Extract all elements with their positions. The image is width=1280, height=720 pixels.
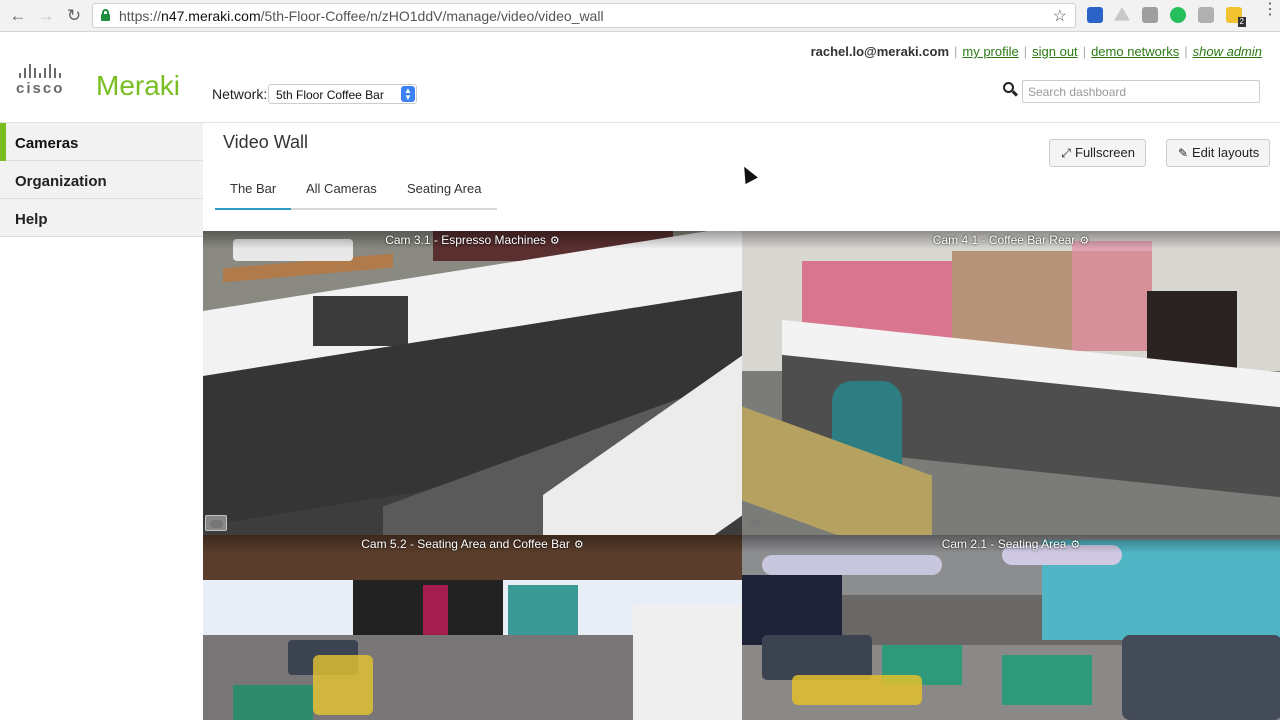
url-path: /5th-Floor-Coffee/n/zHO1ddV/manage/video… bbox=[260, 8, 604, 24]
sidebar-item-label: Cameras bbox=[15, 135, 79, 152]
camera-tile-espresso[interactable]: Cam 3.1 - Espresso Machines ⚙ bbox=[203, 231, 742, 535]
search-icon bbox=[1003, 82, 1019, 98]
network-selected-value: 5th Floor Coffee Bar bbox=[276, 88, 384, 102]
sidebar-item-help[interactable]: Help bbox=[0, 199, 203, 237]
bookmark-star-icon[interactable]: ☆ bbox=[1053, 6, 1067, 26]
my-profile-link[interactable]: my profile bbox=[962, 44, 1018, 59]
network-label: Network: bbox=[212, 86, 268, 102]
notes-extension-icon[interactable]: 2 bbox=[1226, 7, 1246, 27]
camera-tile-seating-coffee[interactable]: Cam 5.2 - Seating Area and Coffee Bar ⚙ bbox=[203, 535, 742, 720]
browser-toolbar: ← → ↻ https://n47.meraki.com/5th-Floor-C… bbox=[0, 0, 1280, 32]
show-admin-link[interactable]: show admin bbox=[1193, 44, 1262, 59]
user-links: rachel.lo@meraki.com | my profile | sign out… bbox=[810, 44, 1262, 59]
extension-badge: 2 bbox=[1237, 17, 1246, 27]
lock-icon bbox=[101, 9, 110, 21]
expand-arrows-icon: ⤢ bbox=[1061, 146, 1071, 160]
meraki-wordmark[interactable]: Meraki bbox=[96, 70, 180, 102]
gear-icon[interactable]: ⚙ bbox=[574, 538, 584, 551]
cisco-bars-icon bbox=[19, 64, 78, 78]
gear-icon[interactable]: ⚙ bbox=[1079, 234, 1089, 247]
gear-icon[interactable]: ⚙ bbox=[550, 234, 560, 247]
network-select[interactable]: 5th Floor Coffee Bar ▲ ▼ bbox=[268, 84, 417, 104]
main-content: Video Wall ⤢ Fullscreen ✎ Edit layouts The… bbox=[203, 123, 1280, 720]
calendar-extension-icon[interactable] bbox=[1087, 7, 1103, 23]
edit-layouts-label: Edit layouts bbox=[1192, 145, 1260, 160]
search-input[interactable] bbox=[1022, 80, 1260, 103]
cloud-icon bbox=[205, 515, 227, 531]
script-extension-icon[interactable] bbox=[1198, 7, 1214, 23]
cisco-logo[interactable]: cisco bbox=[16, 64, 78, 98]
camera-label: Cam 3.1 - Espresso Machines ⚙ bbox=[203, 231, 742, 249]
user-email: rachel.lo@meraki.com bbox=[810, 44, 949, 59]
fullscreen-label: Fullscreen bbox=[1075, 145, 1135, 160]
url-scheme: https:// bbox=[119, 8, 162, 24]
cloud-icon bbox=[744, 515, 766, 531]
browser-menu-icon[interactable]: ⋮ bbox=[1262, 2, 1278, 18]
back-button[interactable]: ← bbox=[8, 6, 28, 26]
camera-name: Cam 3.1 - Espresso Machines bbox=[385, 233, 546, 247]
fullscreen-button[interactable]: ⤢ Fullscreen bbox=[1049, 139, 1146, 167]
tab-seating-area[interactable]: Seating Area bbox=[407, 181, 481, 196]
page-title: Video Wall bbox=[223, 132, 309, 152]
demo-networks-link[interactable]: demo networks bbox=[1091, 44, 1179, 59]
layout-tabs: The Bar All Cameras Seating Area bbox=[215, 174, 497, 210]
edit-layouts-button[interactable]: ✎ Edit layouts bbox=[1166, 139, 1271, 167]
tab-the-bar[interactable]: The Bar bbox=[230, 181, 276, 196]
video-wall-grid: Cam 3.1 - Espresso Machines ⚙ Cam 4.1 - C… bbox=[203, 231, 1280, 720]
address-bar[interactable]: https://n47.meraki.com/5th-Floor-Coffee/… bbox=[92, 3, 1076, 28]
url-text[interactable]: https://n47.meraki.com/5th-Floor-Coffee/… bbox=[119, 8, 604, 24]
select-updown-icon: ▲ ▼ bbox=[401, 86, 415, 102]
dashboard-header: cisco Meraki Network: 5th Floor Coffee B… bbox=[0, 32, 1280, 123]
forward-button[interactable]: → bbox=[36, 6, 56, 26]
url-host: n47.meraki.com bbox=[161, 8, 261, 24]
sidebar-item-label: Help bbox=[15, 211, 48, 228]
active-tab-indicator bbox=[215, 208, 291, 210]
camera-name: Cam 2.1 - Seating Area bbox=[941, 537, 1067, 551]
camera-name: Cam 4.1 - Coffee Bar Rear bbox=[932, 233, 1076, 247]
camera-tile-seating-area[interactable]: Cam 2.1 - Seating Area ⚙ bbox=[742, 535, 1280, 720]
camera-label: Cam 2.1 - Seating Area ⚙ bbox=[742, 535, 1280, 553]
sidebar-item-cameras[interactable]: Cameras bbox=[0, 123, 203, 161]
sign-out-link[interactable]: sign out bbox=[1032, 44, 1078, 59]
pencil-icon: ✎ bbox=[1177, 146, 1189, 160]
sidebar: Cameras Organization Help bbox=[0, 123, 203, 720]
camera-tile-coffee-bar-rear[interactable]: Cam 4.1 - Coffee Bar Rear ⚙ bbox=[742, 231, 1280, 535]
reload-button[interactable]: ↻ bbox=[64, 6, 84, 26]
tab-all-cameras[interactable]: All Cameras bbox=[306, 181, 377, 196]
phone-extension-icon[interactable] bbox=[1170, 7, 1186, 23]
shield-extension-icon[interactable] bbox=[1142, 7, 1158, 23]
cisco-wordmark: cisco bbox=[16, 80, 65, 97]
sidebar-item-label: Organization bbox=[15, 173, 107, 190]
drive-extension-icon[interactable] bbox=[1114, 7, 1130, 21]
camera-name: Cam 5.2 - Seating Area and Coffee Bar bbox=[361, 537, 570, 551]
camera-label: Cam 5.2 - Seating Area and Coffee Bar ⚙ bbox=[203, 535, 742, 553]
sidebar-item-organization[interactable]: Organization bbox=[0, 161, 203, 199]
camera-label: Cam 4.1 - Coffee Bar Rear ⚙ bbox=[742, 231, 1280, 249]
gear-icon[interactable]: ⚙ bbox=[1070, 538, 1080, 551]
